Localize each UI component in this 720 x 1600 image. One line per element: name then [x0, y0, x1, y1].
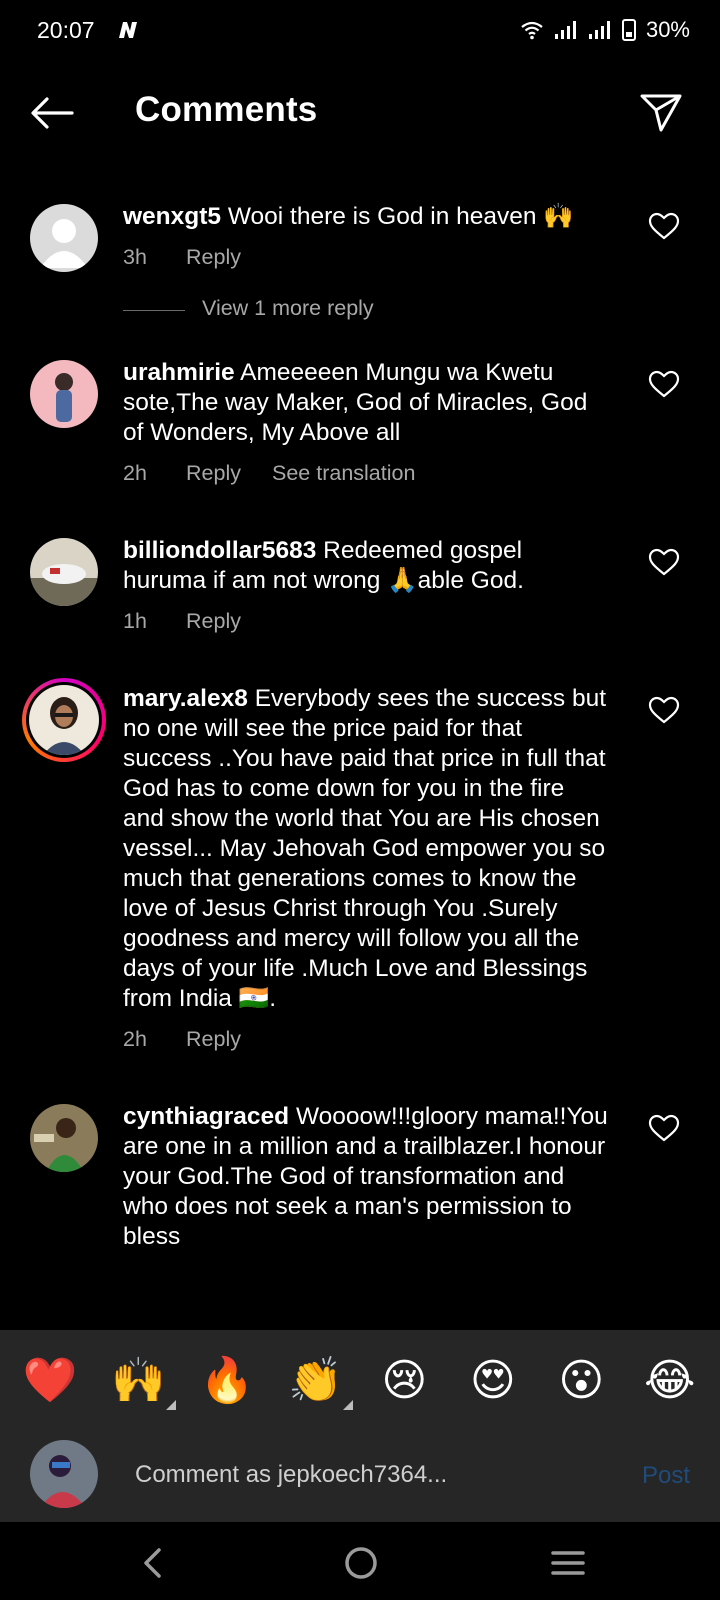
reply-button[interactable]: Reply — [186, 1024, 272, 1054]
comment: urahmirie Ameeeeen Mungu wa Kwetu sote,T… — [0, 358, 720, 488]
avatar-image — [29, 685, 99, 755]
avatar[interactable] — [30, 360, 98, 428]
signal-icon-2 — [588, 21, 610, 39]
comment-text: billiondollar5683 Redeemed gospel huruma… — [123, 536, 610, 596]
header: Comments — [0, 70, 720, 154]
emoji-reaction-bar: ❤️ 🙌 🔥 👏 😢 😍 😮 😂 — [0, 1330, 720, 1430]
comment-text: cynthiagraced Woooow!!!gloory mama!!You … — [123, 1102, 610, 1252]
heart-icon[interactable] — [648, 548, 680, 576]
emoji-raised-hands[interactable]: 🙌 — [104, 1354, 176, 1410]
see-translation-button[interactable]: See translation — [272, 458, 415, 488]
story-avatar[interactable] — [22, 678, 106, 762]
avatar[interactable] — [30, 538, 98, 606]
emoji-heart-eyes[interactable]: 😍 — [458, 1355, 528, 1406]
battery-icon — [621, 19, 636, 41]
emoji-heart[interactable]: ❤️ — [15, 1354, 85, 1406]
comment-meta: 2h Reply See translation — [123, 458, 610, 488]
back-button[interactable] — [26, 88, 78, 138]
heart-icon[interactable] — [648, 696, 680, 724]
comments-list[interactable]: wenxgt5 Wooi there is God in heaven 🙌 3h… — [0, 192, 720, 1330]
comment-meta: 2h Reply — [123, 1024, 610, 1054]
nav-home-button[interactable] — [336, 1538, 386, 1588]
comment-time: 1h — [123, 609, 147, 633]
notification-n-icon — [119, 22, 137, 38]
nav-back-icon — [144, 1548, 161, 1578]
default-avatar-icon — [30, 204, 98, 272]
comment-username[interactable]: urahmirie — [123, 359, 235, 386]
view-more-replies[interactable]: View 1 more reply — [0, 280, 720, 350]
reply-button[interactable]: Reply — [186, 242, 272, 272]
comment-composer: Post — [0, 1430, 720, 1522]
back-arrow-icon — [31, 97, 74, 129]
page-title: Comments — [135, 90, 318, 129]
avatar[interactable] — [30, 204, 98, 272]
avatar[interactable] — [30, 1104, 98, 1172]
emoji-clap[interactable]: 👏 — [281, 1354, 353, 1410]
emoji-crying[interactable]: 😢 — [369, 1355, 439, 1406]
status-indicators: 30% — [520, 17, 690, 43]
comment: wenxgt5 Wooi there is God in heaven 🙌 3h… — [0, 192, 720, 272]
wifi-icon — [521, 21, 543, 40]
comment-text: wenxgt5 Wooi there is God in heaven 🙌 — [123, 202, 610, 232]
reply-button[interactable]: Reply — [186, 458, 272, 488]
comment-input[interactable] — [135, 1458, 575, 1492]
comment-meta: 3h Reply — [123, 242, 610, 272]
comment-username[interactable]: wenxgt5 — [123, 203, 221, 230]
view-more-text[interactable]: View 1 more reply — [202, 296, 374, 321]
nav-menu-icon — [551, 1551, 585, 1575]
emoji-laughing[interactable]: 😂 — [635, 1355, 705, 1406]
nav-recents-button[interactable] — [543, 1538, 593, 1588]
comment-time: 2h — [123, 461, 147, 485]
comment-meta: 1h Reply — [123, 606, 610, 636]
comment: cynthiagraced Woooow!!!gloory mama!!You … — [0, 1102, 720, 1252]
share-button[interactable] — [636, 87, 686, 137]
comment-body: Wooi there is God in heaven 🙌 — [227, 203, 574, 230]
reply-button[interactable]: Reply — [186, 606, 272, 636]
system-nav-bar — [0, 1522, 720, 1600]
comment-username[interactable]: mary.alex8 — [123, 685, 248, 712]
signal-icon — [554, 21, 576, 39]
avatar-image — [30, 1440, 98, 1508]
comment: mary.alex8 Everybody sees the success bu… — [0, 678, 720, 1054]
nav-back-button[interactable] — [128, 1538, 178, 1588]
heart-icon[interactable] — [648, 212, 680, 240]
avatar-image — [30, 360, 98, 428]
comment-time: 3h — [123, 245, 147, 269]
comment-text: mary.alex8 Everybody sees the success bu… — [123, 684, 610, 1014]
user-avatar — [30, 1440, 98, 1508]
heart-icon[interactable] — [648, 370, 680, 398]
nav-home-icon — [345, 1547, 377, 1579]
status-bar: 20:07 30% — [0, 0, 720, 62]
post-button[interactable]: Post — [642, 1462, 690, 1490]
divider — [123, 310, 185, 311]
comment-time: 2h — [123, 1027, 147, 1051]
comment-body: Everybody sees the success but no one wi… — [123, 685, 607, 1012]
send-icon — [640, 94, 682, 132]
status-time: 20:07 — [37, 17, 95, 43]
avatar-ring — [26, 682, 102, 758]
emoji-fire[interactable]: 🔥 — [192, 1354, 262, 1406]
battery-percent: 30% — [645, 17, 690, 42]
avatar-image — [30, 1104, 98, 1172]
comment-text: urahmirie Ameeeeen Mungu wa Kwetu sote,T… — [123, 358, 610, 448]
comment: billiondollar5683 Redeemed gospel huruma… — [0, 536, 720, 636]
comment-username[interactable]: cynthiagraced — [123, 1103, 289, 1130]
emoji-surprised[interactable]: 😮 — [546, 1355, 616, 1406]
avatar-image — [30, 538, 98, 606]
heart-icon[interactable] — [648, 1114, 680, 1142]
comment-username[interactable]: billiondollar5683 — [123, 537, 316, 564]
